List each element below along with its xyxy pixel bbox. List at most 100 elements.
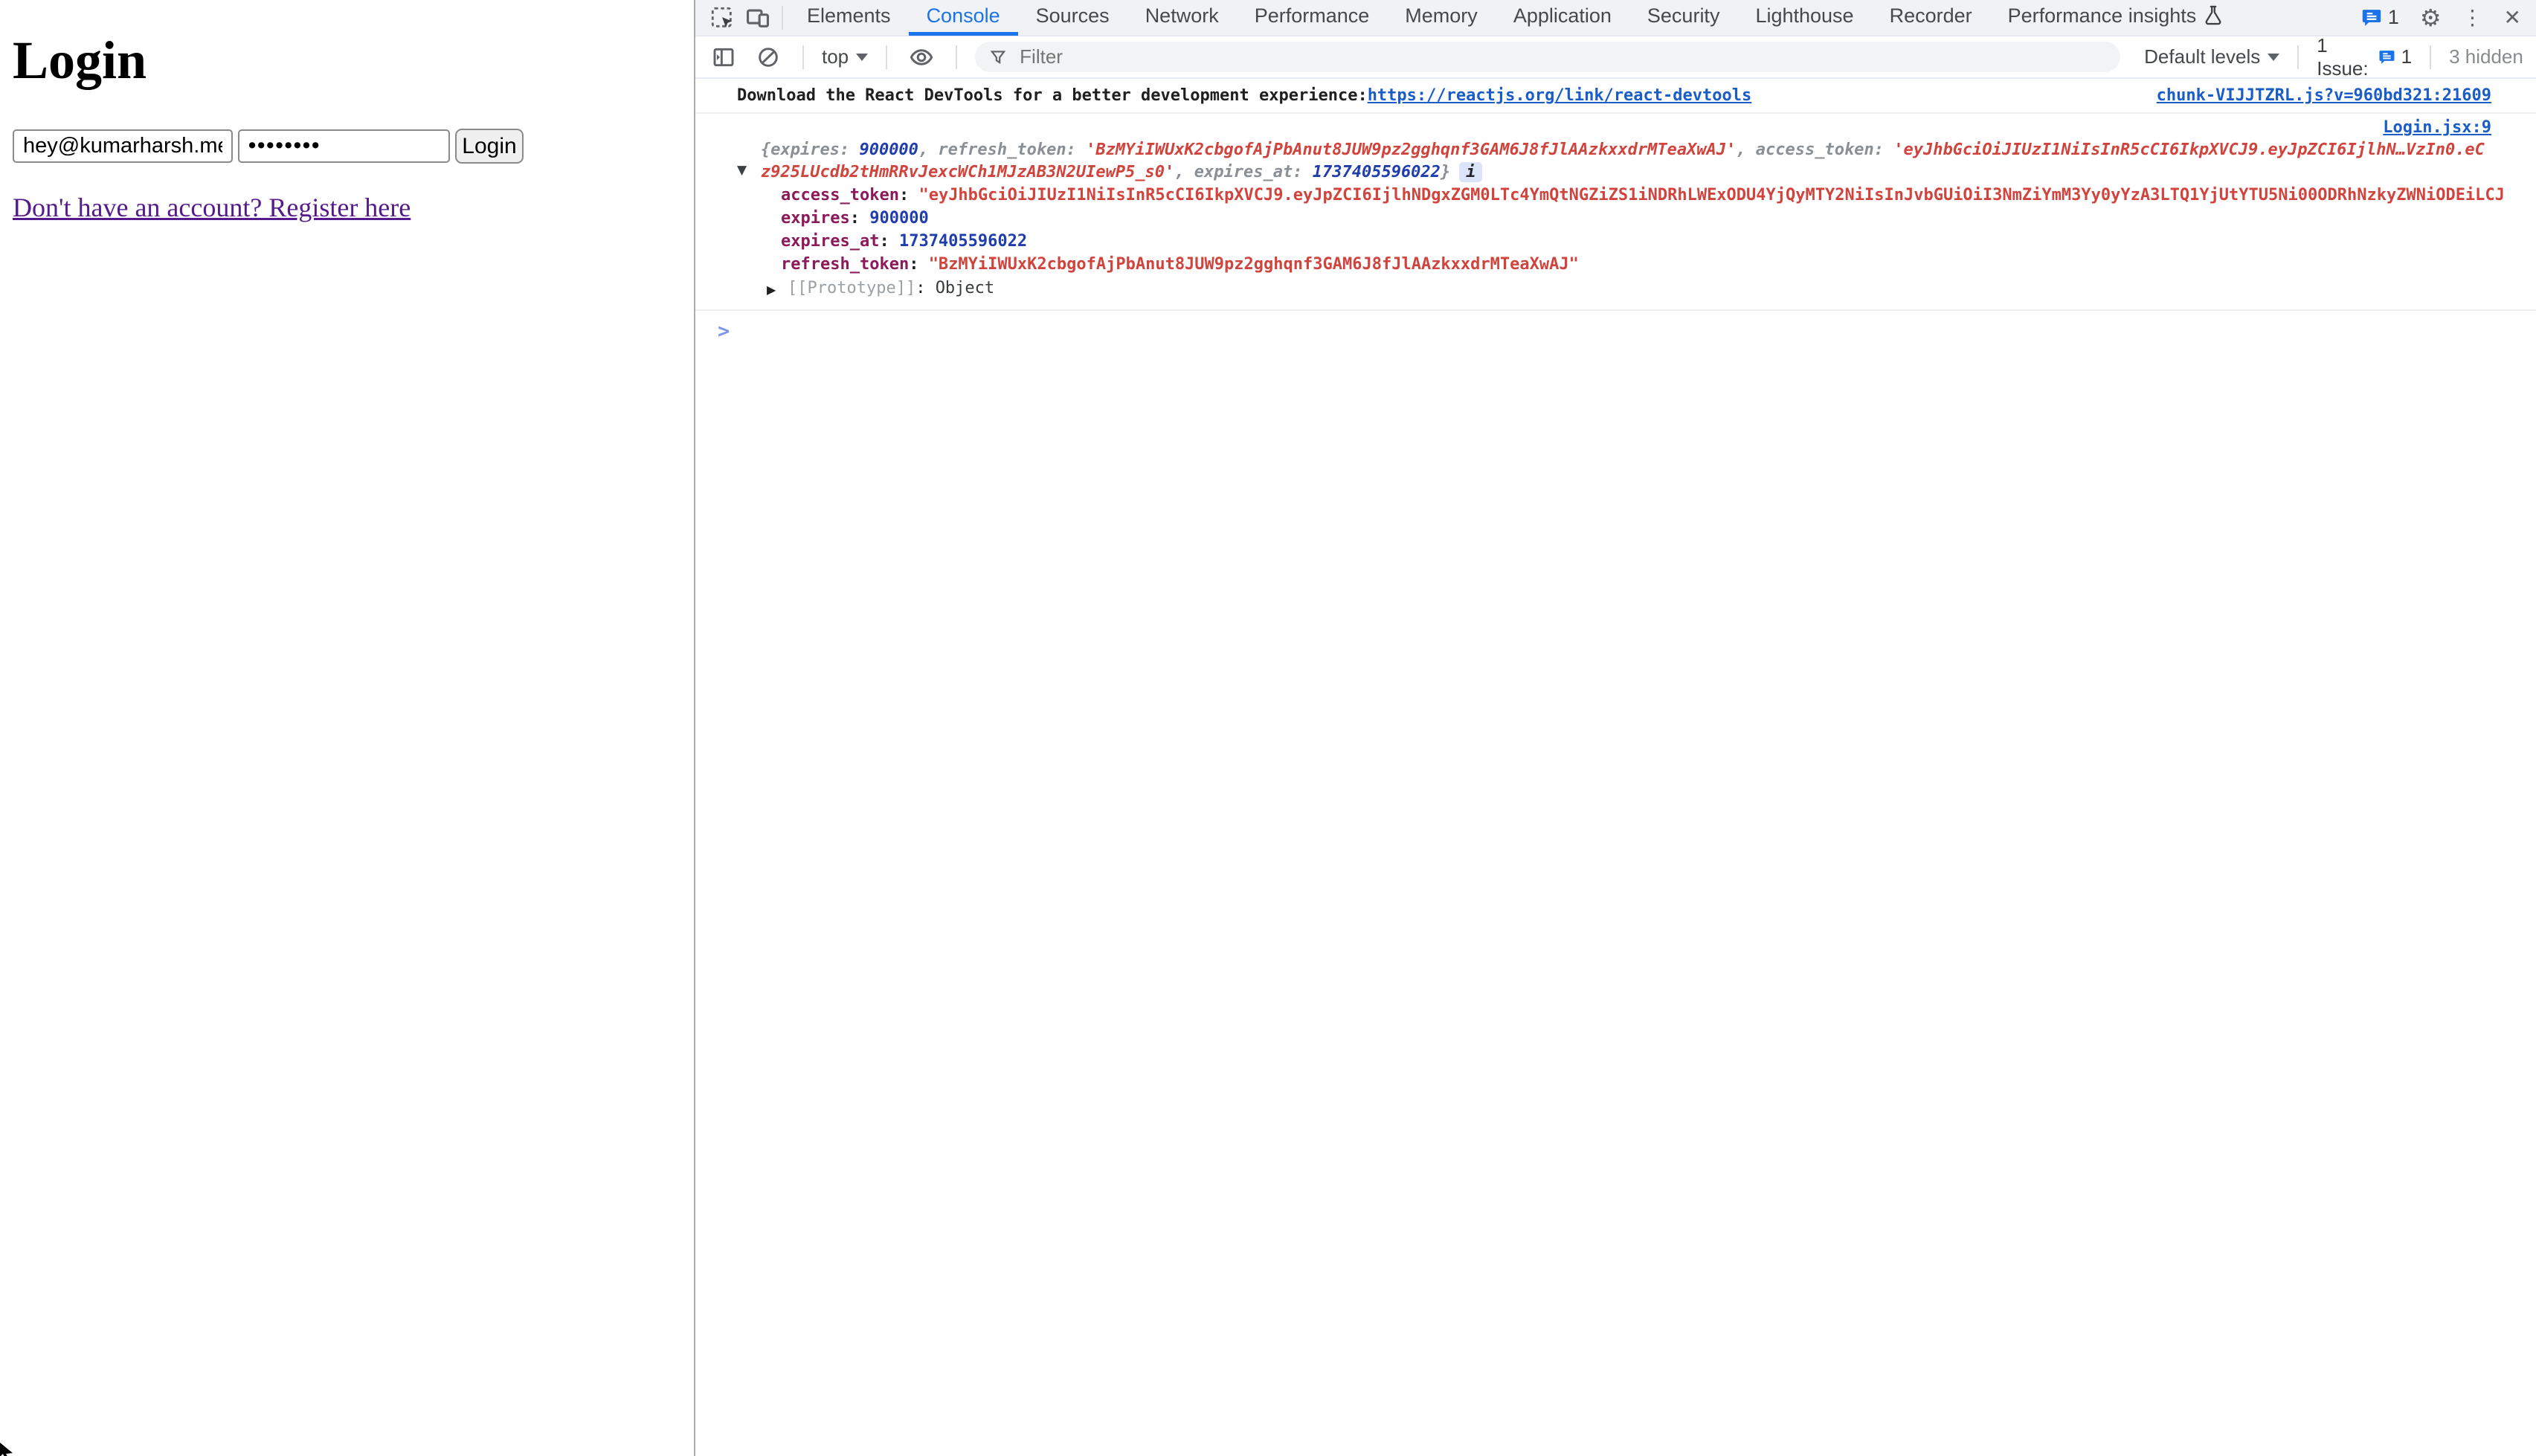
- console-log-message: Login.jsx:9 ▼ {expires: 900000, refresh_…: [695, 114, 2536, 311]
- colon: :: [899, 186, 919, 204]
- tab-memory[interactable]: Memory: [1387, 0, 1496, 36]
- issues-counter[interactable]: 1 Issue: 1: [2317, 34, 2412, 80]
- property-value: 900000: [869, 209, 928, 228]
- devtools-tabbar: Elements Console Sources Network Perform…: [695, 0, 2536, 36]
- issue-bubble-icon: [2378, 48, 2395, 67]
- close-devtools-icon[interactable]: ✕: [2504, 7, 2521, 28]
- filter-input[interactable]: [1018, 45, 2107, 69]
- default-levels-dropdown[interactable]: Default levels: [2144, 45, 2279, 68]
- property-key: expires_at: [781, 232, 879, 251]
- info-message-text: Download the React DevTools for a better…: [737, 86, 1368, 105]
- preview-text: , refresh_token:: [918, 141, 1086, 159]
- page-title: Login: [13, 30, 694, 91]
- property-row: access_token: "eyJhbGciOiJIUzI1NiIsInR5c…: [695, 184, 2536, 207]
- tab-performance[interactable]: Performance: [1237, 0, 1388, 36]
- chevron-down-icon: [2268, 54, 2279, 61]
- tab-network[interactable]: Network: [1127, 0, 1237, 36]
- tabbar-messages-badge[interactable]: 1: [2361, 6, 2399, 29]
- tab-performance-insights-label: Performance insights: [2008, 4, 2197, 28]
- preview-text: }: [1441, 163, 1450, 181]
- preview-string: 'BzMYiIWUxK2cbgofAjPbAnut8JUW9pz2gghqnf3…: [1086, 141, 1736, 159]
- login-form: Login: [13, 129, 694, 164]
- context-selector-label: top: [822, 45, 849, 68]
- divider: [956, 45, 957, 69]
- property-key: access_token: [781, 186, 899, 204]
- hidden-messages-label: 3 hidden: [2449, 45, 2523, 68]
- console-sidebar-toggle-icon[interactable]: [707, 41, 740, 74]
- console-messages: Download the React DevTools for a better…: [695, 79, 2536, 1456]
- tabbar-badge-count: 1: [2388, 6, 2399, 29]
- preview-text: {expires:: [761, 141, 859, 159]
- email-field[interactable]: [13, 129, 233, 163]
- property-value: "eyJhbGciOiJIUzI1NiIsInR5cCI6IkpXVCJ9.ey…: [918, 186, 2504, 204]
- preview-number: 1737405596022: [1313, 163, 1441, 181]
- console-info-message: Download the React DevTools for a better…: [695, 79, 2536, 114]
- console-prompt[interactable]: >: [695, 311, 2536, 343]
- prototype-row: ▶ [[Prototype]]: Object: [695, 276, 2536, 300]
- flask-icon: [2204, 5, 2223, 26]
- tab-lighthouse[interactable]: Lighthouse: [1737, 0, 1871, 36]
- divider: [782, 6, 783, 30]
- collapsed-triangle-icon[interactable]: ▶: [767, 277, 776, 302]
- divider: [2297, 45, 2299, 69]
- console-toolbar: top Default levels: [695, 36, 2536, 79]
- react-devtools-link[interactable]: https://reactjs.org/link/react-devtools: [1368, 86, 1752, 105]
- register-link[interactable]: Don't have an account? Register here: [13, 192, 411, 223]
- preview-text: , expires_at:: [1174, 163, 1312, 181]
- tab-console[interactable]: Console: [909, 0, 1018, 36]
- colon: :: [915, 279, 936, 297]
- tab-sources[interactable]: Sources: [1018, 0, 1127, 36]
- prototype-value: Object: [936, 279, 994, 297]
- issues-label: 1 Issue:: [2317, 34, 2372, 80]
- default-levels-label: Default levels: [2144, 45, 2260, 68]
- source-link-login-jsx[interactable]: Login.jsx:9: [2383, 118, 2491, 137]
- live-expression-eye-icon[interactable]: [905, 41, 938, 74]
- property-key: expires: [781, 209, 850, 228]
- prototype-key: [[Prototype]]: [788, 279, 915, 297]
- property-value: 1737405596022: [899, 232, 1027, 251]
- property-key: refresh_token: [781, 255, 909, 274]
- device-toolbar-icon[interactable]: [740, 1, 776, 35]
- property-row: refresh_token: "BzMYiIWUxK2cbgofAjPbAnut…: [695, 253, 2536, 276]
- tab-performance-insights[interactable]: Performance insights: [1990, 0, 2241, 36]
- clear-console-icon[interactable]: [752, 41, 785, 74]
- screen: Login Login Don't have an account? Regis…: [0, 0, 2536, 1456]
- settings-gear-icon[interactable]: ⚙: [2420, 6, 2442, 30]
- tab-security[interactable]: Security: [1629, 0, 1738, 36]
- password-field[interactable]: [238, 129, 450, 163]
- tab-application[interactable]: Application: [1496, 0, 1629, 36]
- kebab-menu-icon[interactable]: ⋮: [2462, 7, 2483, 28]
- expand-triangle-icon[interactable]: ▼: [737, 159, 747, 181]
- divider: [802, 45, 804, 69]
- devtools-panel: Elements Console Sources Network Perform…: [694, 0, 2536, 1456]
- property-value: "BzMYiIWUxK2cbgofAjPbAnut8JUW9pz2gghqnf3…: [929, 255, 1579, 274]
- inspect-element-icon[interactable]: [704, 1, 740, 35]
- context-selector[interactable]: top: [822, 45, 868, 68]
- colon: :: [850, 209, 870, 228]
- message-bubble-icon: [2361, 8, 2382, 28]
- console-filter[interactable]: [975, 42, 2120, 72]
- colon: :: [909, 255, 929, 274]
- property-row: expires_at: 1737405596022: [695, 230, 2536, 253]
- property-row: expires: 900000: [695, 207, 2536, 230]
- divider: [886, 45, 887, 69]
- preview-text: , access_token:: [1736, 141, 1893, 159]
- tabbar-right-controls: 1 ⚙ ⋮ ✕: [2361, 6, 2536, 30]
- tab-elements[interactable]: Elements: [789, 0, 909, 36]
- object-preview: ▼ {expires: 900000, refresh_token: 'BzMY…: [695, 139, 2536, 184]
- source-link-chunk[interactable]: chunk-VIJJTZRL.js?v=960bd321:21609: [2157, 86, 2491, 105]
- filter-funnel-icon: [988, 48, 1008, 67]
- login-page: Login Login Don't have an account? Regis…: [0, 0, 694, 1456]
- devtools-tabs: Elements Console Sources Network Perform…: [789, 0, 2241, 36]
- chevron-down-icon: [856, 54, 868, 61]
- evaluated-info-badge: i: [1459, 162, 1482, 182]
- colon: :: [879, 232, 899, 251]
- login-button[interactable]: Login: [455, 129, 524, 164]
- mouse-cursor-icon: [0, 1441, 16, 1456]
- log-source-line: Login.jsx:9: [695, 117, 2536, 139]
- divider: [2430, 45, 2431, 69]
- preview-number: 900000: [859, 141, 918, 159]
- prompt-chevron-icon: >: [718, 320, 730, 343]
- issues-count: 1: [2401, 45, 2412, 68]
- tab-recorder[interactable]: Recorder: [1872, 0, 1990, 36]
